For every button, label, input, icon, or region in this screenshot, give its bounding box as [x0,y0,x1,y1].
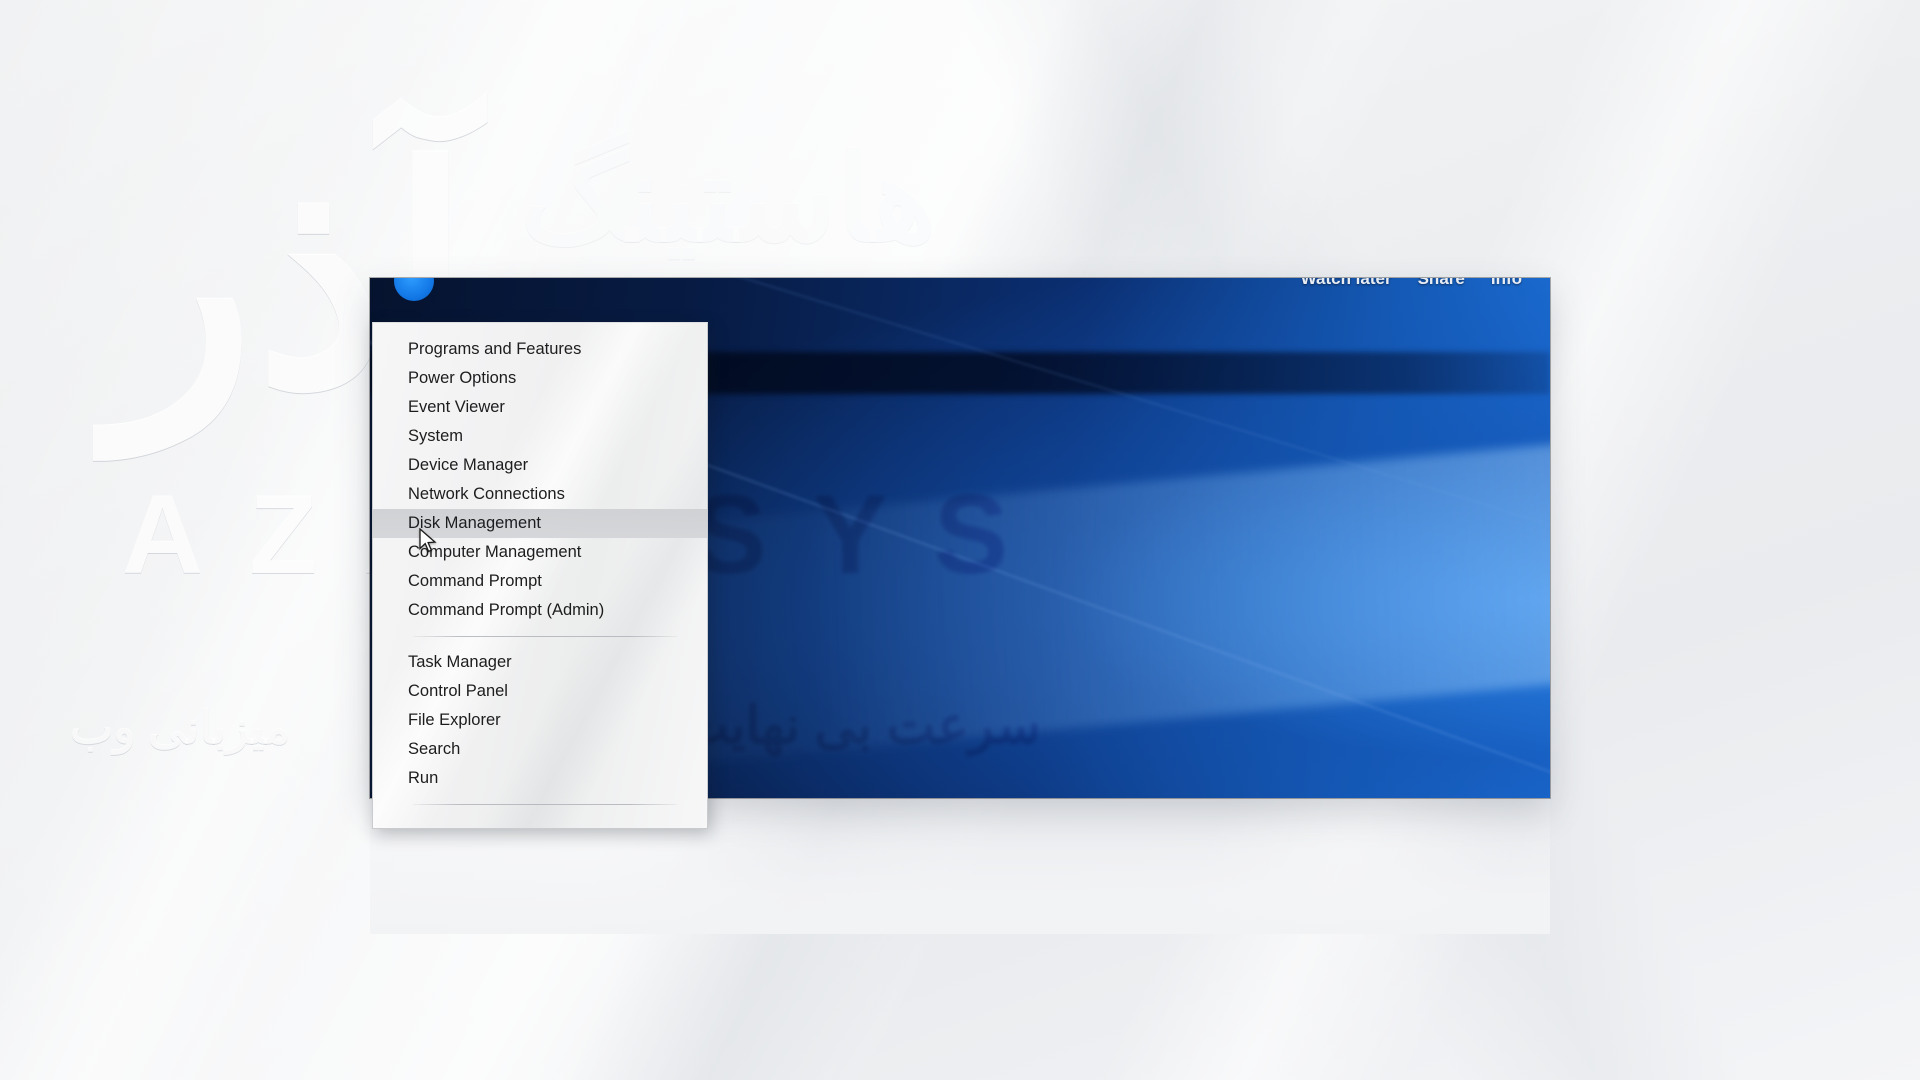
menu-item-command-prompt: Command Prompt [373,567,707,596]
menu-item-label: Programs and Features [408,340,582,358]
menu-item-command-prompt-admin: Command Prompt (Admin) [373,596,707,625]
video-overlay-controls: Watch later Share Info [370,278,1550,308]
menu-item-file-explorer: File Explorer [373,706,707,735]
menu-item-label: Event Viewer [408,398,505,416]
menu-item-label: File Explorer [408,711,501,729]
winx-power-user-menu[interactable]: Programs and Features Power Options Event … [372,322,708,829]
menu-item-task-manager: Task Manager [373,648,707,677]
page-backdrop: هاستینگ آذر AZAR SYS میزبانی وب سرعت بی … [0,0,1920,1080]
mouse-pointer-icon [419,528,437,553]
menu-item-label: Command Prompt (Admin) [408,601,605,619]
watermark-headline: هاستینگ [520,132,937,266]
menu-item-label: Task Manager [408,653,512,671]
menu-item-power-options: Power Options [373,364,707,393]
menu-item-label: Control Panel [408,682,508,700]
menu-item-label: System [408,427,464,445]
menu-item-label: Search [408,740,461,758]
menu-item-label: Network Connections [408,485,565,503]
menu-item-run: Run [373,764,707,793]
menu-item-device-manager: Device Manager [373,451,707,480]
menu-item-control-panel: Control Panel [373,677,707,706]
menu-separator [413,804,677,805]
share-button[interactable]: Share [1418,278,1465,289]
menu-item-event-viewer: Event Viewer [373,393,707,422]
watermark-tagline: میزبانی وب [70,701,291,753]
menu-item-search: Search [373,735,707,764]
menu-item-label: Device Manager [408,456,529,474]
menu-separator [413,636,677,637]
menu-item-programs-and-features: Programs and Features [373,335,707,364]
menu-item-label: Command Prompt [408,572,542,590]
watch-later-button[interactable]: Watch later [1301,278,1392,289]
menu-item-label: Power Options [408,369,517,387]
menu-item-network-connections: Network Connections [373,480,707,509]
info-button[interactable]: Info [1491,278,1522,289]
menu-item-system: System [373,422,707,451]
menu-item-label: Run [408,769,439,787]
video-ghost-slogan: سرعت بی نهایت [680,697,1041,755]
